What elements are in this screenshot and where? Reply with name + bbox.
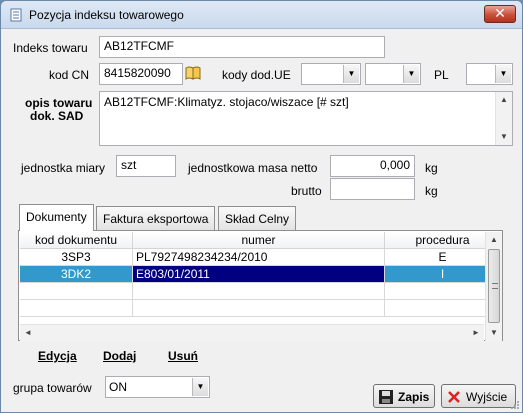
scroll-down-icon[interactable]: ▼ <box>486 325 502 341</box>
opis-scrollbar[interactable]: ▲ ▼ <box>495 92 512 145</box>
cell-numer[interactable]: E803/01/2011 <box>133 266 385 283</box>
masa-label: jednostkowa masa netto <box>188 161 318 175</box>
documents-grid: kod dokumentu numer procedura 3SP3 PL792… <box>20 232 501 324</box>
grupa-select[interactable]: ON ▼ <box>105 376 210 398</box>
exit-button[interactable]: Wyjście <box>441 384 516 408</box>
close-icon: ✕ <box>494 5 506 21</box>
dialog-window: Pozycja indeksu towarowego ✕ Indeks towa… <box>0 0 523 413</box>
tab-dokumenty[interactable]: Dokumenty <box>19 204 94 231</box>
kodcn-input[interactable]: 8415820090 <box>99 63 183 85</box>
save-button[interactable]: Zapis <box>373 384 435 408</box>
opis-text: AB12TFCMF:Klimatyz. stojaco/wiszace [# s… <box>104 95 349 109</box>
indeks-label: Indeks towaru <box>13 41 88 55</box>
title-bar[interactable]: Pozycja indeksu towarowego ✕ <box>1 1 522 29</box>
jednostka-input[interactable]: szt <box>116 155 176 177</box>
close-icon <box>448 391 460 403</box>
kody-dod-select-2[interactable]: ▼ <box>365 63 421 85</box>
close-button[interactable]: ✕ <box>484 5 516 23</box>
column-header-kod[interactable]: kod dokumentu <box>20 232 133 249</box>
masa-netto-unit: kg <box>425 161 438 175</box>
add-link[interactable]: Dodaj <box>103 349 136 363</box>
cell-procedura[interactable]: I <box>385 266 501 283</box>
delete-link[interactable]: Usuń <box>168 349 198 363</box>
column-header-numer[interactable]: numer <box>133 232 385 249</box>
scroll-down-icon[interactable]: ▼ <box>496 129 512 145</box>
cell-kod[interactable]: 3DK2 <box>20 266 133 283</box>
cell-numer[interactable]: PL7927498234234/2010 <box>133 249 385 266</box>
opis-label-1: opis towaru <box>25 96 93 110</box>
brutto-unit: kg <box>425 184 438 198</box>
resize-grip-icon[interactable] <box>510 400 520 410</box>
cell-kod[interactable]: 3SP3 <box>20 249 133 266</box>
edit-link[interactable]: Edycja <box>38 349 77 363</box>
chevron-down-icon[interactable]: ▼ <box>403 65 419 83</box>
scrollbar-thumb[interactable] <box>488 249 500 323</box>
chevron-down-icon[interactable]: ▼ <box>343 65 359 83</box>
grupa-label: grupa towarów <box>13 381 92 395</box>
scroll-up-icon[interactable]: ▲ <box>486 232 502 248</box>
opis-label-2: dok. SAD <box>30 109 84 123</box>
floppy-disk-icon <box>379 390 393 404</box>
save-button-label: Zapis <box>398 390 430 404</box>
kodcn-label: kod CN <box>49 68 90 82</box>
kody-dod-label: kody dod.UE <box>222 68 291 82</box>
book-icon[interactable] <box>184 65 202 81</box>
column-header-procedura[interactable]: procedura <box>385 232 501 249</box>
scroll-up-icon[interactable]: ▲ <box>496 92 512 108</box>
scroll-left-icon[interactable]: ◄ <box>20 325 36 341</box>
pl-label: PL <box>434 68 449 82</box>
tab-sklad-celny[interactable]: Skład Celny <box>218 206 297 230</box>
grid-horizontal-scrollbar[interactable]: ◄ ► <box>20 324 484 341</box>
indeks-input[interactable]: AB12TFCMF <box>99 36 385 58</box>
masa-netto-input[interactable]: 0,000 <box>330 155 415 177</box>
grid-vertical-scrollbar[interactable]: ▲ ▼ <box>485 232 502 341</box>
documents-panel: kod dokumentu numer procedura 3SP3 PL792… <box>18 230 503 341</box>
scroll-right-icon[interactable]: ► <box>468 325 484 341</box>
brutto-input[interactable] <box>330 178 415 200</box>
pl-select[interactable]: ▼ <box>466 63 513 85</box>
chevron-down-icon[interactable]: ▼ <box>495 65 511 83</box>
window-title: Pozycja indeksu towarowego <box>29 8 184 22</box>
opis-textarea[interactable]: AB12TFCMF:Klimatyz. stojaco/wiszace [# s… <box>99 91 513 146</box>
kody-dod-select-1[interactable]: ▼ <box>301 63 361 85</box>
brutto-label: brutto <box>291 184 322 198</box>
chevron-down-icon[interactable]: ▼ <box>192 378 208 396</box>
document-icon <box>10 8 22 22</box>
cell-procedura[interactable]: E <box>385 249 501 266</box>
exit-button-label: Wyjście <box>466 390 508 404</box>
tab-faktura-eksportowa[interactable]: Faktura eksportowa <box>96 206 216 230</box>
jednostka-label: jednostka miary <box>21 161 106 175</box>
